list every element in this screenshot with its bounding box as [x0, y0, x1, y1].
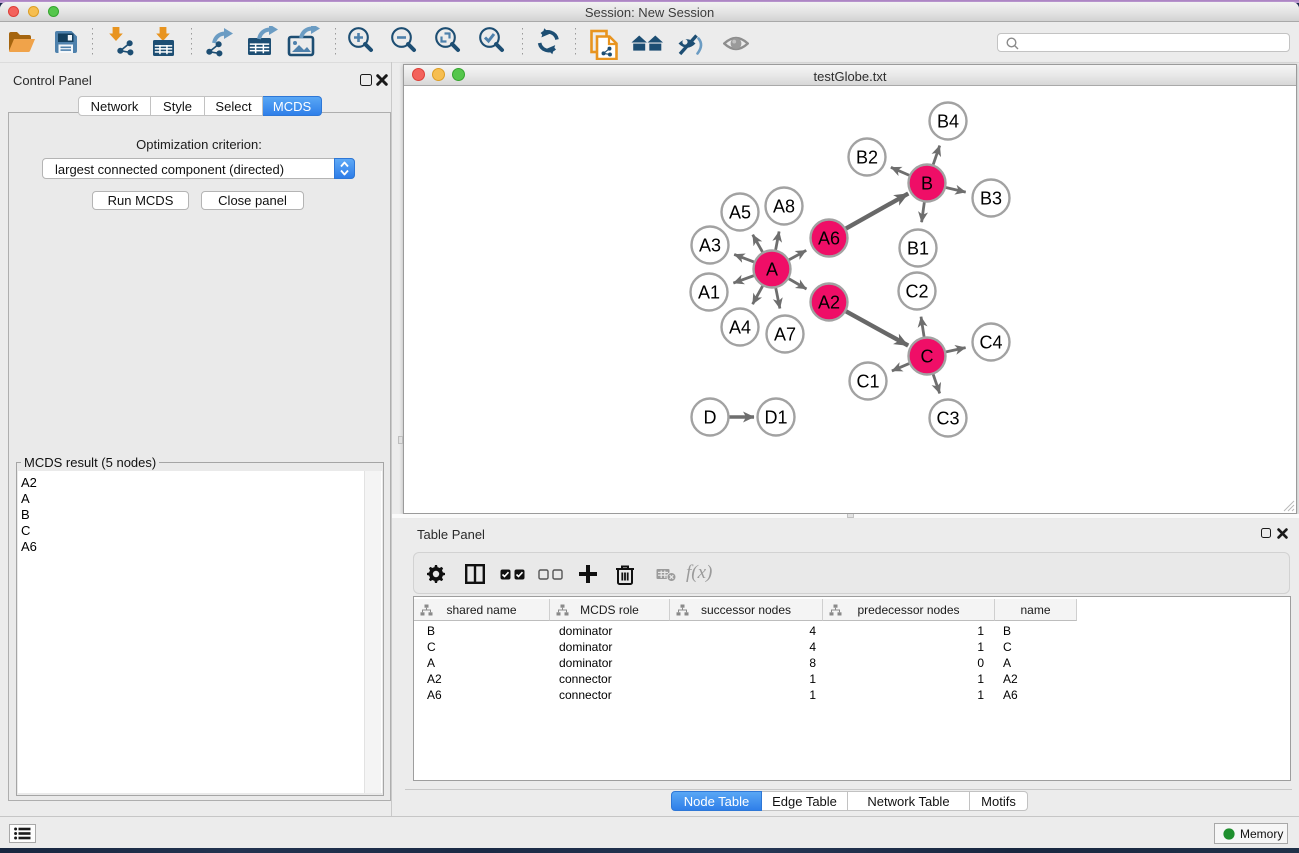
svg-text:B3: B3: [980, 188, 1002, 208]
svg-text:B: B: [921, 173, 933, 193]
svg-text:C3: C3: [936, 408, 959, 428]
svg-text:C2: C2: [905, 281, 928, 301]
svg-text:A1: A1: [698, 282, 720, 302]
svg-text:A6: A6: [818, 228, 840, 248]
svg-text:A3: A3: [699, 235, 721, 255]
svg-text:C4: C4: [979, 332, 1002, 352]
svg-text:A2: A2: [818, 292, 840, 312]
svg-text:A: A: [766, 259, 778, 279]
svg-text:D1: D1: [764, 407, 787, 427]
svg-text:A7: A7: [774, 324, 796, 344]
svg-text:B2: B2: [856, 147, 878, 167]
svg-text:A4: A4: [729, 317, 751, 337]
svg-text:B4: B4: [937, 111, 959, 131]
svg-text:B1: B1: [907, 238, 929, 258]
svg-text:D: D: [704, 407, 717, 427]
svg-text:A8: A8: [773, 196, 795, 216]
svg-text:C1: C1: [856, 371, 879, 391]
svg-text:C: C: [921, 346, 934, 366]
svg-text:A5: A5: [729, 202, 751, 222]
